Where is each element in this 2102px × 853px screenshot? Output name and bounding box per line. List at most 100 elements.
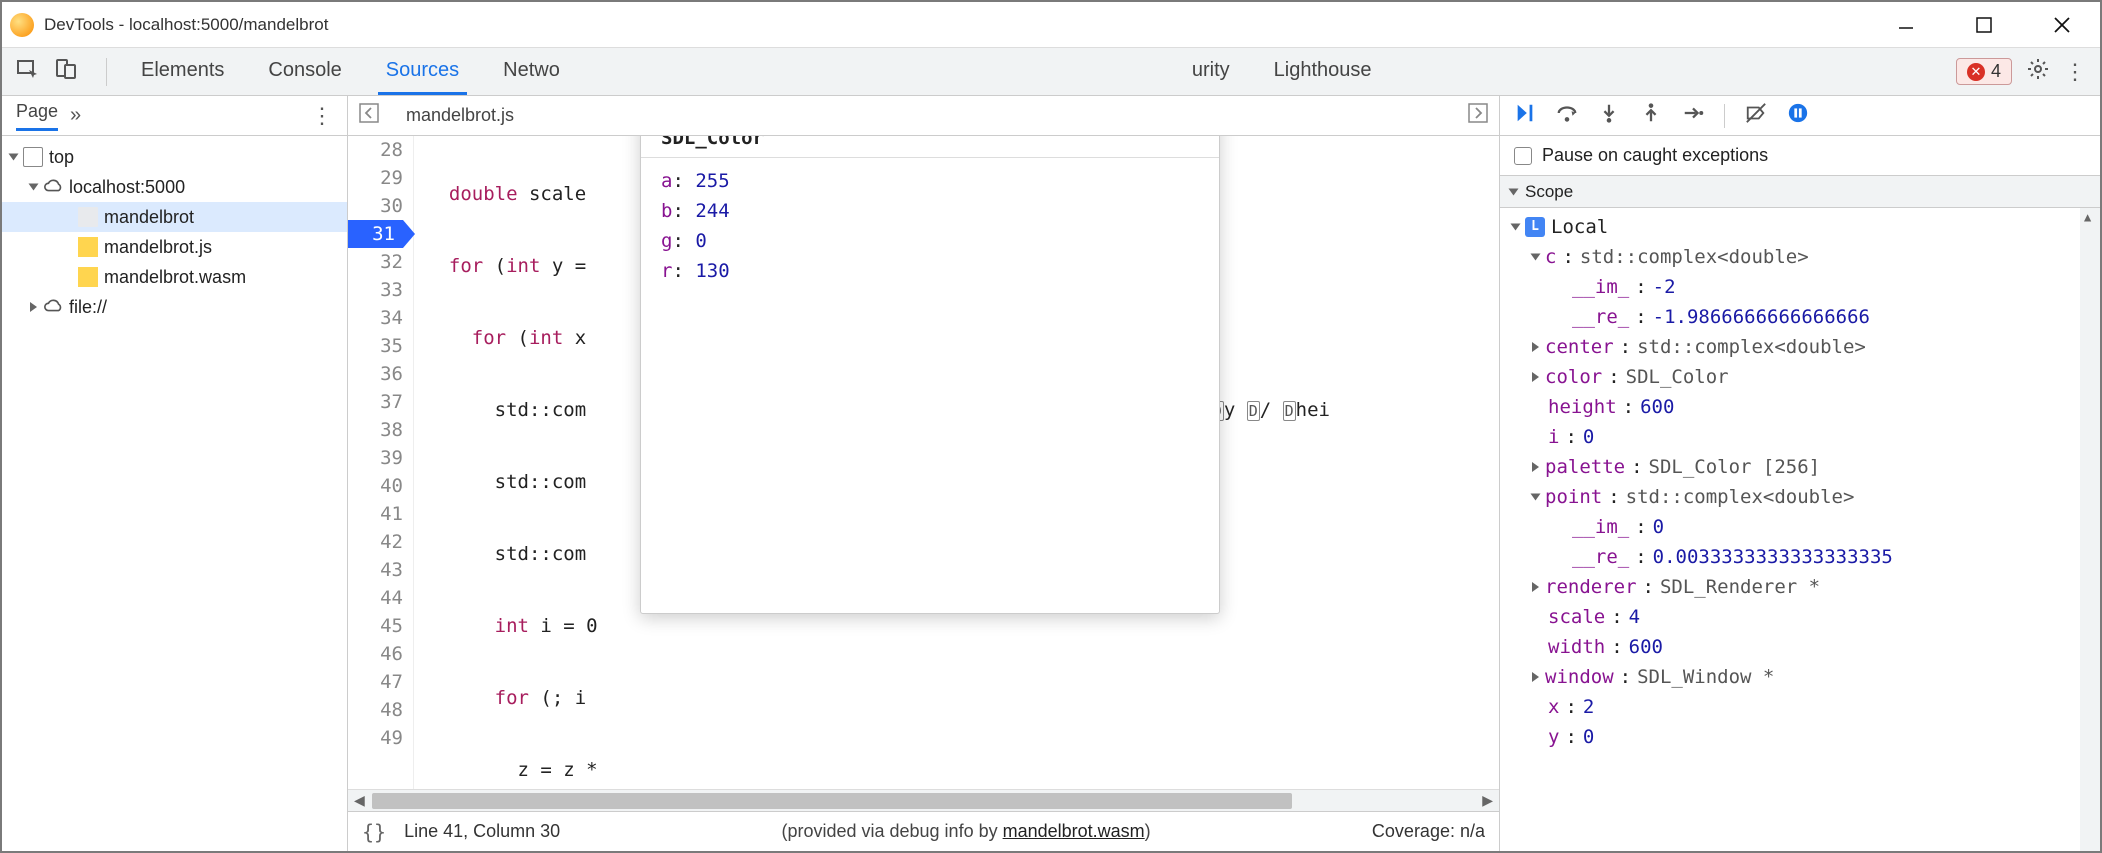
checkbox[interactable] — [1514, 147, 1532, 165]
scope-var-x[interactable]: x: 2 — [1500, 692, 2100, 722]
vertical-scrollbar[interactable]: ▲ — [2080, 208, 2100, 851]
tab-sources[interactable]: Sources — [378, 48, 467, 95]
chevron-right-icon — [1532, 462, 1539, 472]
minimize-button[interactable] — [1886, 10, 1926, 40]
local-badge-icon: L — [1525, 217, 1545, 237]
tabbar: Elements Console Sources Netwo urity Lig… — [2, 48, 2100, 96]
scope-var-y[interactable]: y: 0 — [1500, 722, 2100, 752]
tree-file-wasm[interactable]: mandelbrot.wasm — [2, 262, 347, 292]
pretty-print-icon[interactable]: {} — [362, 820, 386, 844]
deactivate-breakpoints-icon[interactable] — [1745, 102, 1767, 129]
titlebar: DevTools - localhost:5000/mandelbrot — [2, 2, 2100, 48]
hover-object-popup: SDL_Color a: 255 b: 244 g: 0 r: 130 — [640, 136, 1220, 614]
devtools-app-icon — [10, 13, 34, 37]
cloud-icon — [43, 177, 63, 197]
scope-var-width[interactable]: width: 600 — [1500, 632, 2100, 662]
tree-host[interactable]: localhost:5000 — [2, 172, 347, 202]
scope-var-c[interactable]: c: std::complex<double> — [1500, 242, 2100, 272]
more-menu-icon[interactable]: ⋮ — [2064, 59, 2086, 85]
tab-lighthouse[interactable]: Lighthouse — [1266, 48, 1380, 95]
chevron-down-icon — [1509, 188, 1519, 195]
wasm-file-icon — [78, 267, 98, 287]
device-toggle-icon[interactable] — [54, 57, 78, 86]
chevron-right-icon — [1532, 582, 1539, 592]
scope-var-c-re[interactable]: __re_: -1.9866666666666666 — [1500, 302, 2100, 332]
scope-var-point-im[interactable]: __im_: 0 — [1500, 512, 2100, 542]
nav-forward-icon[interactable] — [1467, 102, 1489, 129]
navigator-more-icon[interactable]: ⋮ — [311, 103, 333, 129]
tab-network[interactable]: Netwo — [495, 48, 568, 95]
debugger-pane: Pause on caught exceptions Scope LLocal … — [1500, 96, 2100, 851]
line-gutter[interactable]: 28 29 30 31 32 33 34 35 36 37 38 39 40 4… — [348, 136, 414, 789]
resume-icon[interactable] — [1514, 102, 1536, 129]
chevron-right-icon — [1532, 342, 1539, 352]
settings-gear-icon[interactable] — [2026, 57, 2050, 86]
cursor-position: Line 41, Column 30 — [404, 821, 560, 842]
popup-row: r: 130 — [661, 260, 1199, 290]
js-file-icon — [78, 237, 98, 257]
error-icon: ✕ — [1967, 63, 1985, 81]
sources-navigator: Page » ⋮ top localhost:5000 mandelbrot m… — [2, 96, 348, 851]
scope-var-scale[interactable]: scale: 4 — [1500, 602, 2100, 632]
scrollbar-thumb[interactable] — [372, 793, 1292, 809]
scope-local[interactable]: LLocal — [1500, 212, 2100, 242]
step-icon[interactable] — [1682, 102, 1704, 129]
tree-file-scheme[interactable]: file:// — [2, 292, 347, 322]
scope-body: LLocal c: std::complex<double> __im_: -2… — [1500, 208, 2100, 851]
chevron-right-icon — [1532, 672, 1539, 682]
horizontal-scrollbar[interactable]: ◀ ▶ — [348, 789, 1499, 811]
sourcemap-link[interactable]: mandelbrot.wasm — [1003, 821, 1145, 841]
tab-console[interactable]: Console — [260, 48, 349, 95]
pause-on-caught[interactable]: Pause on caught exceptions — [1500, 136, 2100, 176]
chevron-down-icon — [1531, 254, 1541, 261]
popup-title: SDL_Color — [641, 136, 1219, 158]
nav-back-icon[interactable] — [358, 102, 380, 129]
chevron-down-icon — [1511, 224, 1521, 231]
scope-var-c-im[interactable]: __im_: -2 — [1500, 272, 2100, 302]
popup-row: a: 255 — [661, 170, 1199, 200]
tab-security[interactable]: urity — [1184, 48, 1238, 95]
scope-var-palette[interactable]: palette: SDL_Color [256] — [1500, 452, 2100, 482]
tree-top[interactable]: top — [2, 142, 347, 172]
maximize-button[interactable] — [1964, 10, 2004, 40]
step-over-icon[interactable] — [1556, 102, 1578, 129]
inspect-element-icon[interactable] — [16, 57, 40, 86]
scope-var-i[interactable]: i: 0 — [1500, 422, 2100, 452]
error-badge[interactable]: ✕4 — [1956, 58, 2012, 85]
chevron-right-icon — [1532, 372, 1539, 382]
document-icon — [78, 207, 98, 227]
chevron-right-icon[interactable]: » — [70, 104, 81, 127]
cloud-icon — [43, 297, 63, 317]
scroll-right-icon[interactable]: ▶ — [1482, 792, 1493, 809]
scope-var-point-re[interactable]: __re_: 0.0033333333333333335 — [1500, 542, 2100, 572]
scope-var-point[interactable]: point: std::complex<double> — [1500, 482, 2100, 512]
popup-row: g: 0 — [661, 230, 1199, 260]
scope-var-renderer[interactable]: renderer: SDL_Renderer * — [1500, 572, 2100, 602]
scroll-left-icon[interactable]: ◀ — [354, 792, 365, 809]
chevron-right-icon — [30, 302, 37, 312]
chevron-down-icon — [29, 184, 39, 191]
window-controls — [1886, 10, 2092, 40]
divider — [1724, 104, 1725, 128]
tree-file-mandelbrot[interactable]: mandelbrot — [2, 202, 347, 232]
breakpoint-marker: 31 — [348, 220, 403, 248]
scope-header[interactable]: Scope — [1500, 176, 2100, 208]
file-tree: top localhost:5000 mandelbrot mandelbrot… — [2, 136, 347, 328]
tab-elements[interactable]: Elements — [133, 48, 232, 95]
window-title: DevTools - localhost:5000/mandelbrot — [44, 15, 328, 35]
file-tab[interactable]: mandelbrot.js — [396, 105, 524, 126]
navigator-page-tab[interactable]: Page — [16, 101, 58, 131]
editor-statusbar: {} Line 41, Column 30 (provided via debu… — [348, 811, 1499, 851]
step-into-icon[interactable] — [1598, 102, 1620, 129]
close-button[interactable] — [2042, 10, 2082, 40]
tree-file-js[interactable]: mandelbrot.js — [2, 232, 347, 262]
divider — [106, 58, 107, 86]
frame-icon — [23, 147, 43, 167]
step-out-icon[interactable] — [1640, 102, 1662, 129]
scope-var-height[interactable]: height: 600 — [1500, 392, 2100, 422]
pause-exceptions-icon[interactable] — [1787, 102, 1809, 129]
scope-var-color[interactable]: color: SDL_Color — [1500, 362, 2100, 392]
scope-var-window[interactable]: window: SDL_Window * — [1500, 662, 2100, 692]
editor-pane: mandelbrot.js 28 29 30 31 32 33 34 35 36… — [348, 96, 1500, 851]
scope-var-center[interactable]: center: std::complex<double> — [1500, 332, 2100, 362]
